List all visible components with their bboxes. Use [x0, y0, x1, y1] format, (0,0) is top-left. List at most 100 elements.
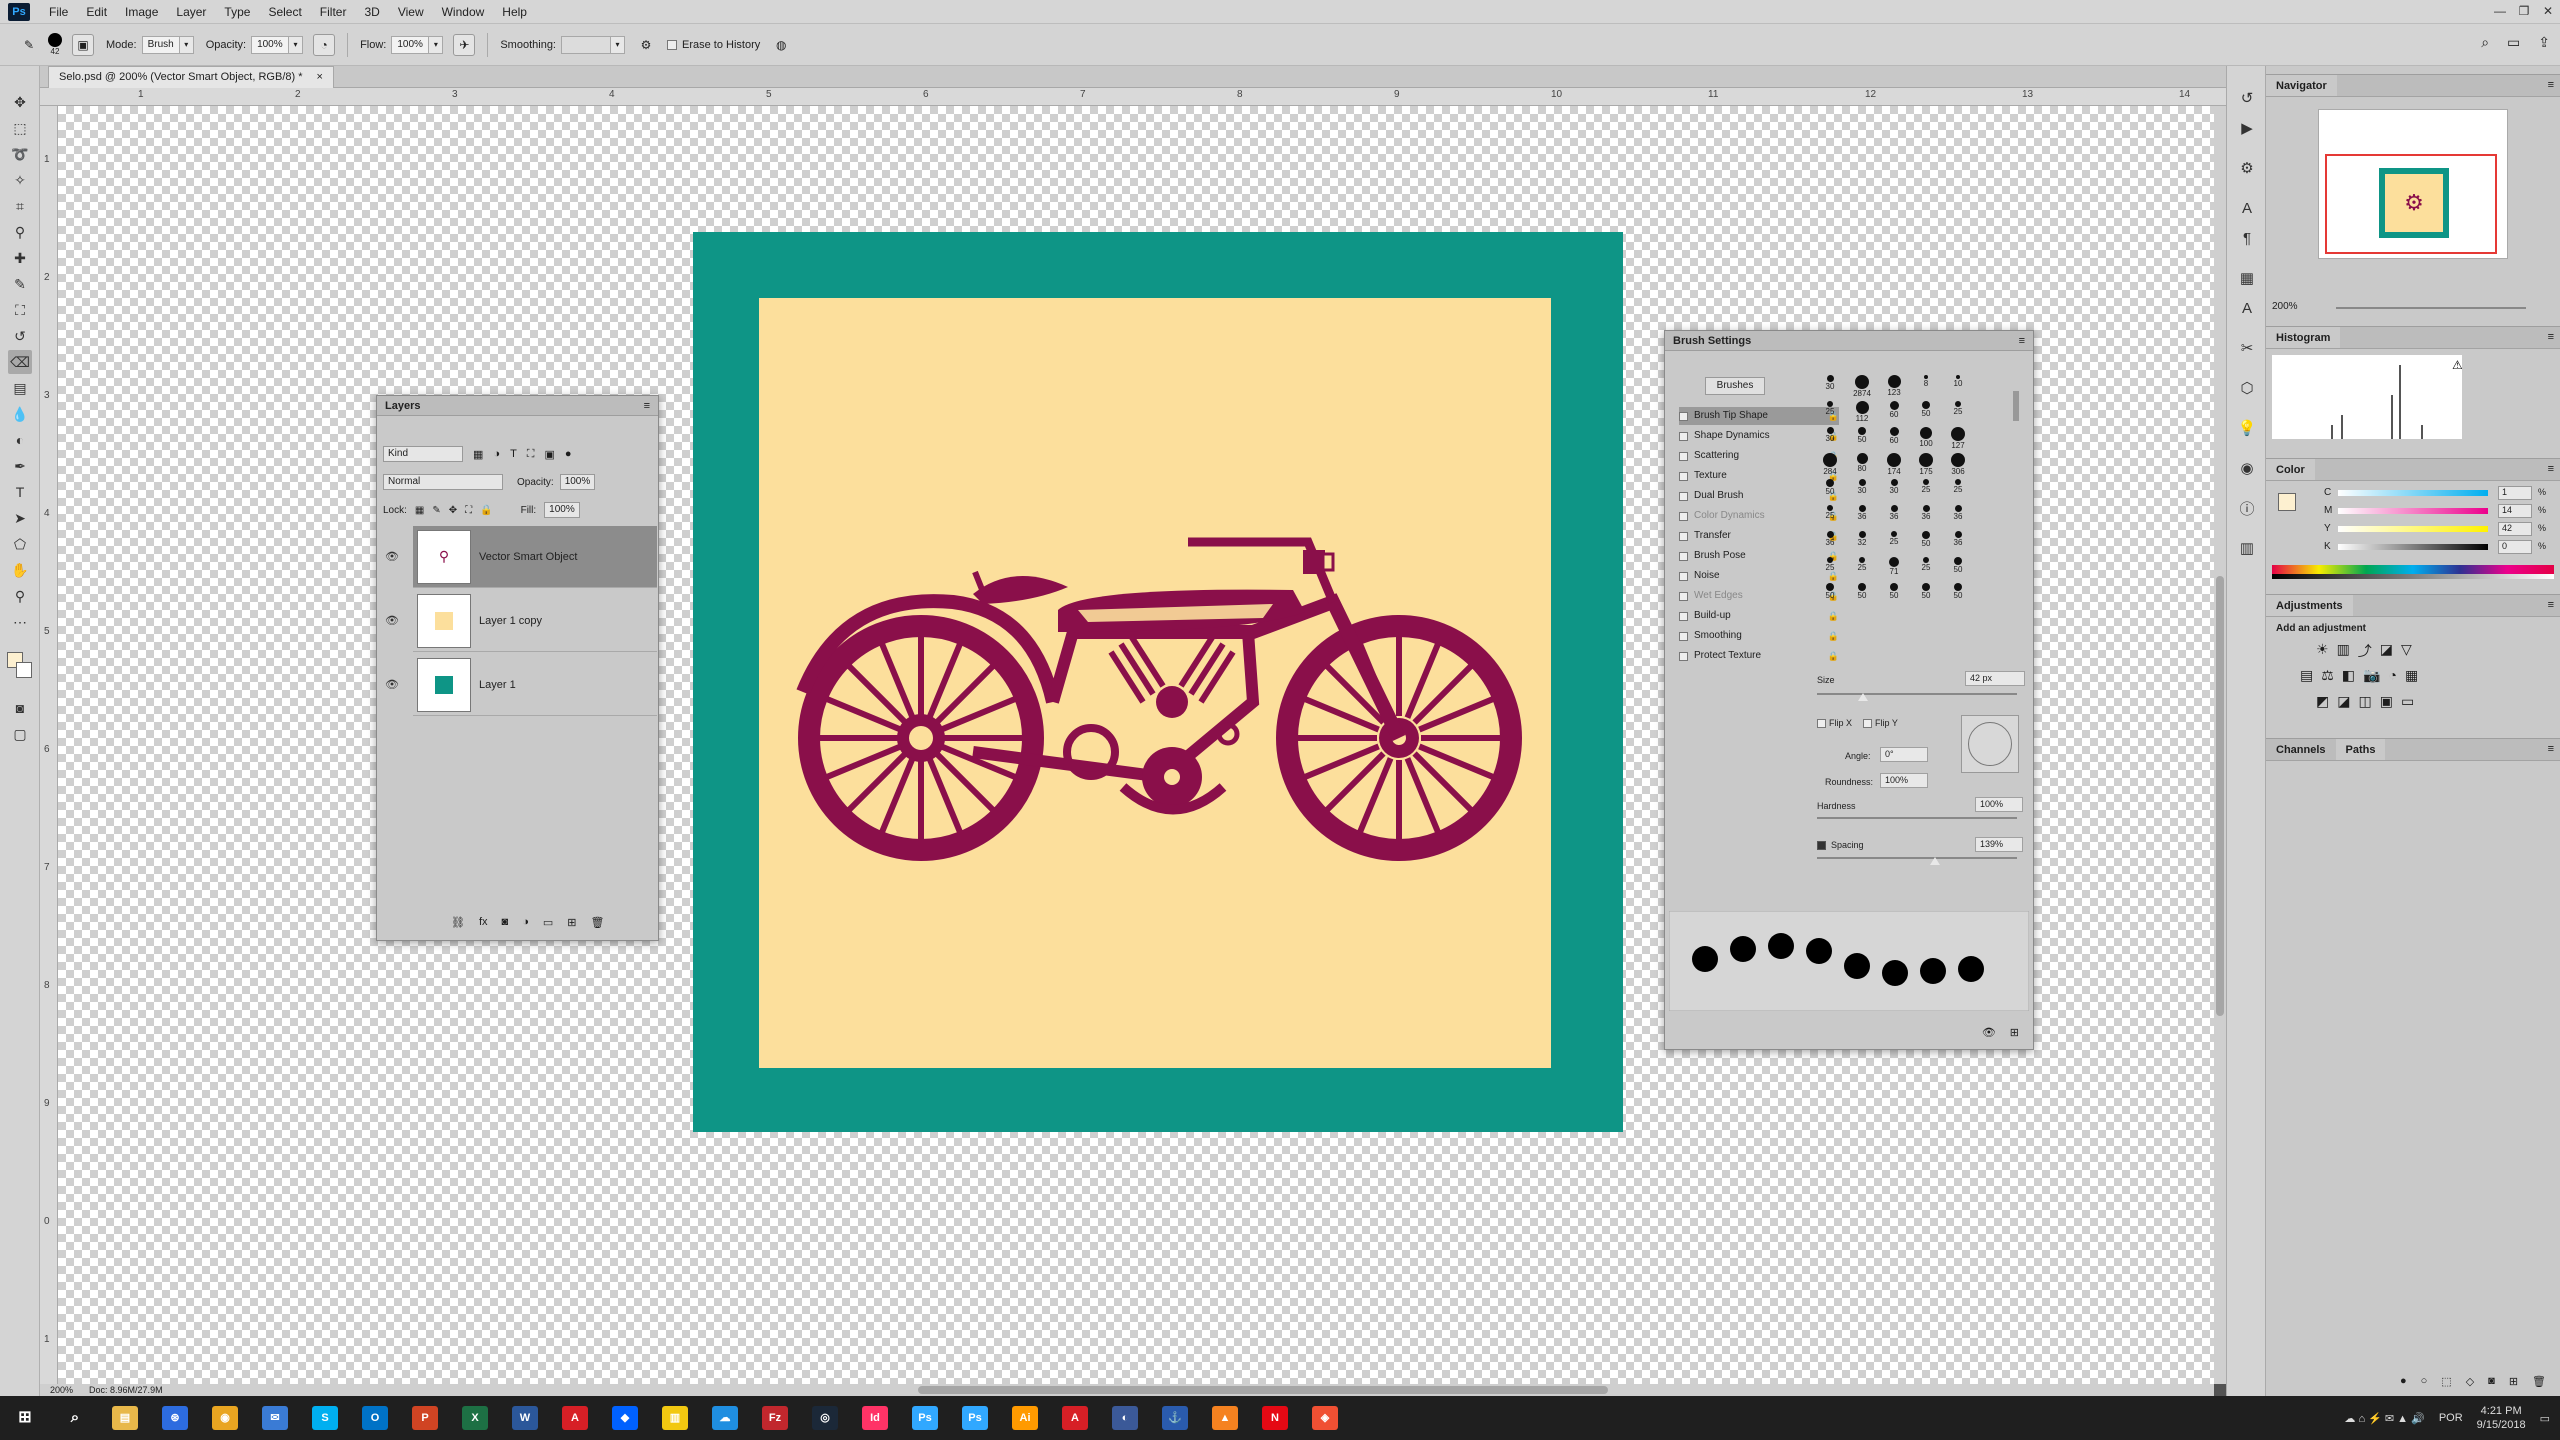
tools-presets-icon[interactable]: ✂	[2235, 336, 2259, 360]
menu-edit[interactable]: Edit	[77, 0, 116, 24]
swatches-icon[interactable]: ▦	[2235, 266, 2259, 290]
stamp-tool-icon[interactable]: ⛶	[8, 298, 32, 322]
brush-tip-preset[interactable]: 50	[1943, 583, 1973, 607]
timeline-icon[interactable]: ▥	[2235, 536, 2259, 560]
start-icon[interactable]: ⊞	[0, 1396, 50, 1440]
brush-tip-preset[interactable]: 50	[1911, 583, 1941, 607]
move-tool-icon[interactable]: ✥	[8, 90, 32, 114]
tray-icons[interactable]: ☁ ⌂ ⚡ ✉ ▲ 🔊	[2344, 1412, 2424, 1425]
color-balance-icon[interactable]: ⚖	[2321, 667, 2334, 684]
lock-position-icon[interactable]: ✥	[449, 505, 457, 516]
spacing-field[interactable]: 139%	[1975, 837, 2023, 852]
eye-icon[interactable]: 👁	[385, 614, 399, 627]
color-lookup-icon[interactable]: ▦	[2405, 667, 2418, 684]
spacing-slider-knob[interactable]	[1930, 857, 1940, 865]
paragraph-icon[interactable]: ¶	[2235, 226, 2259, 250]
lock-artboard-icon[interactable]: ⛶	[465, 505, 472, 516]
levels-icon[interactable]: ▥	[2337, 641, 2350, 661]
brush-tip-preset[interactable]: 10	[1943, 375, 1973, 399]
brush-tip-preset[interactable]: 30	[1879, 479, 1909, 503]
angle-roundness-widget[interactable]	[1961, 715, 2019, 773]
color-tab[interactable]: Color	[2266, 459, 2315, 480]
doc-size-readout[interactable]: Doc: 8.96M/27.9M	[89, 1384, 163, 1396]
brush-tip-preset[interactable]: 2874	[1847, 375, 1877, 399]
lock-icon[interactable]: 🔒	[1828, 647, 1839, 665]
info-icon[interactable]: ⓘ	[2235, 496, 2259, 520]
make-path-icon[interactable]: ◇	[2466, 1375, 2474, 1388]
brush-tip-preset[interactable]: 25	[1815, 505, 1845, 529]
brush-tip-preset[interactable]: 36	[1943, 505, 1973, 529]
option-checkbox[interactable]	[1679, 411, 1688, 421]
chevron-down-icon[interactable]: ▾	[289, 35, 304, 54]
pressure-opacity-icon[interactable]: ◔	[313, 33, 336, 56]
share-icon[interactable]: ⇪	[2538, 34, 2550, 51]
pen-tool-icon[interactable]: ✒	[8, 454, 32, 478]
erase-history-checkbox[interactable]	[667, 39, 677, 50]
gradient-map-icon[interactable]: ▭	[2401, 693, 2414, 710]
taskbar-app-outlook-icon[interactable]: O	[350, 1396, 400, 1440]
histogram-tab[interactable]: Histogram	[2266, 327, 2341, 348]
layer-name[interactable]: Layer 1 copy	[479, 615, 542, 627]
3d-icon[interactable]: ⬡	[2235, 376, 2259, 400]
menu-select[interactable]: Select	[259, 0, 310, 24]
menu-type[interactable]: Type	[215, 0, 259, 24]
scroll-thumb[interactable]	[2013, 391, 2019, 421]
tab-paths[interactable]: Paths	[2335, 739, 2386, 760]
tab-channels[interactable]: Channels	[2266, 739, 2336, 760]
menu-file[interactable]: File	[40, 0, 77, 24]
filter-pixel-icon[interactable]: ▦	[473, 448, 483, 461]
filter-toggle-icon[interactable]: ●	[565, 448, 572, 460]
taskbar-app-vlc-icon[interactable]: ▲	[1200, 1396, 1250, 1440]
taskbar-app-notes-icon[interactable]: ▥	[650, 1396, 700, 1440]
brush-tip-preset[interactable]: 30	[1815, 427, 1845, 451]
filter-adjustment-icon[interactable]: ◑	[493, 448, 500, 460]
character-icon[interactable]: A	[2235, 196, 2259, 220]
panel-menu-icon[interactable]: ≡	[2548, 331, 2554, 343]
channel-value-field[interactable]: 14	[2498, 504, 2532, 518]
panel-menu-icon[interactable]: ≡	[2548, 463, 2554, 475]
brush-settings-toggle-icon[interactable]: ▣	[72, 33, 94, 56]
eye-icon[interactable]: 👁	[385, 550, 399, 563]
scroll-thumb[interactable]	[918, 1386, 1608, 1394]
black-white-icon[interactable]: ◧	[2342, 667, 2355, 684]
workspace-icon[interactable]: ▭	[2507, 34, 2520, 51]
lock-icon[interactable]: 🔒	[1828, 627, 1839, 645]
size-field[interactable]: 42 px	[1965, 671, 2025, 686]
hardness-slider[interactable]	[1817, 817, 2017, 819]
posterize-icon[interactable]: ◪	[2337, 693, 2350, 710]
brush-tool-icon[interactable]: ✎	[8, 272, 32, 296]
brush-option-protect-texture[interactable]: Protect Texture 🔒	[1679, 647, 1839, 665]
taskbar-app-excel-icon[interactable]: X	[450, 1396, 500, 1440]
lock-transparent-icon[interactable]: ▦	[415, 505, 424, 516]
stroke-path-icon[interactable]: ○	[2421, 1375, 2428, 1388]
panel-menu-icon[interactable]: ≡	[2548, 79, 2554, 91]
chevron-down-icon[interactable]: ▾	[179, 35, 194, 54]
gear-icon[interactable]: ⚙	[635, 34, 657, 56]
taskbar-app-powerpoint-icon[interactable]: P	[400, 1396, 450, 1440]
brush-tip-preset[interactable]: 30	[1847, 479, 1877, 503]
taskbar-app-mail-icon[interactable]: ✉	[250, 1396, 300, 1440]
eyedropper-icon[interactable]: ⚲	[8, 220, 32, 244]
hue-sat-icon[interactable]: ▤	[2300, 667, 2313, 684]
menu-image[interactable]: Image	[116, 0, 167, 24]
brush-tip-preset[interactable]: 50	[1911, 401, 1941, 425]
option-checkbox[interactable]	[1679, 651, 1688, 661]
taskbar-app-skype-icon[interactable]: S	[300, 1396, 350, 1440]
lock-all-icon[interactable]: 🔒	[480, 505, 492, 516]
brush-tip-preset[interactable]: 80	[1847, 453, 1877, 477]
brush-tip-preset[interactable]: 50	[1847, 583, 1877, 607]
spacing-checkbox[interactable]	[1817, 841, 1826, 850]
channel-value-field[interactable]: 1	[2498, 486, 2532, 500]
new-brush-icon[interactable]: ⊞	[2010, 1026, 2019, 1039]
marquee-tool-icon[interactable]: ⬚	[8, 116, 32, 140]
brush-tip-preset[interactable]: 36	[1943, 531, 1973, 555]
crop-tool-icon[interactable]: ⌗	[8, 194, 32, 218]
menu-view[interactable]: View	[389, 0, 433, 24]
menu-filter[interactable]: Filter	[311, 0, 356, 24]
taskbar-app-acrobat-icon[interactable]: A	[550, 1396, 600, 1440]
taskbar-app-media-icon[interactable]: ◐	[1100, 1396, 1150, 1440]
layer-name[interactable]: Layer 1	[479, 679, 516, 691]
zoom-readout[interactable]: 200%	[50, 1384, 73, 1396]
lock-icon[interactable]: 🔒	[1828, 607, 1839, 625]
smoothing-field[interactable]	[561, 35, 611, 54]
